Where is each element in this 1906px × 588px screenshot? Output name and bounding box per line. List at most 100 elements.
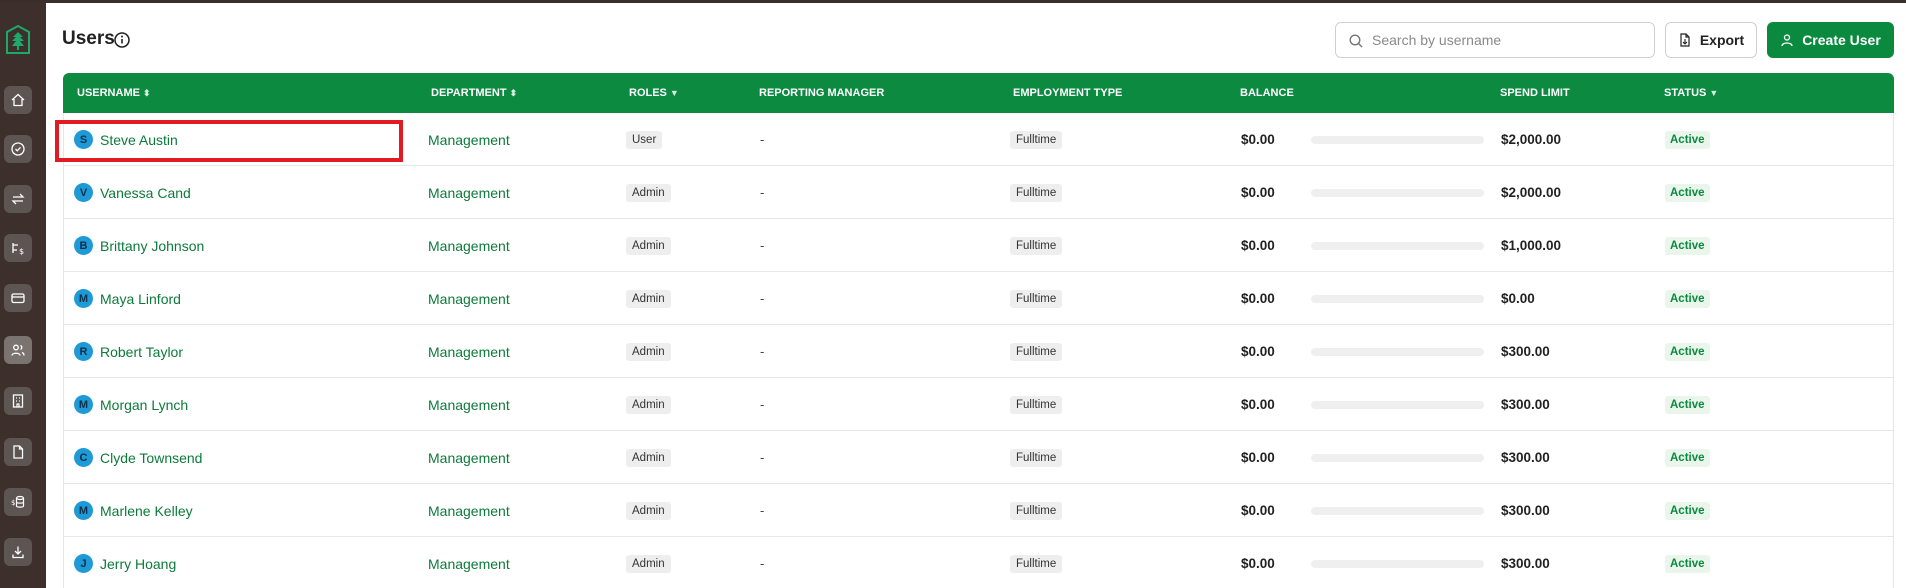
reporting-manager-cell: -: [760, 238, 765, 253]
app-logo[interactable]: [6, 24, 30, 55]
employment-type-cell: Fulltime: [1010, 272, 1063, 325]
balance-value: $0.00: [1241, 397, 1275, 412]
department-cell: Management: [428, 131, 510, 148]
status-badge: Active: [1665, 342, 1710, 361]
nav-users[interactable]: [4, 336, 32, 364]
transfer-icon: [11, 193, 25, 205]
chevron-down-icon: ▼: [1709, 88, 1719, 98]
status-badge: Active: [1665, 554, 1710, 573]
status-badge: Active: [1665, 448, 1710, 467]
employment-badge: Fulltime: [1010, 501, 1063, 520]
role-badge: Admin: [626, 501, 671, 520]
sidebar: $ $: [0, 3, 46, 588]
role-cell: Admin: [626, 484, 671, 537]
reporting-manager-cell: -: [760, 291, 765, 306]
balance-value: $0.00: [1241, 556, 1275, 571]
avatar: J: [74, 554, 93, 573]
sort-icon: ⬍: [142, 88, 151, 98]
status-badge: Active: [1665, 289, 1710, 308]
info-icon[interactable]: [113, 31, 131, 49]
reporting-manager-cell: -: [760, 132, 765, 147]
status-badge: Active: [1665, 130, 1710, 149]
column-username[interactable]: USERNAME ⬍: [77, 73, 151, 113]
employment-badge: Fulltime: [1010, 236, 1063, 255]
table-header: USERNAME ⬍ DEPARTMENT ⬍ ROLES ▼ REPORTING M…: [63, 73, 1894, 113]
export-button[interactable]: Export: [1665, 22, 1757, 58]
department-cell: Management: [428, 449, 510, 466]
role-cell: Admin: [626, 378, 671, 431]
role-cell: Admin: [626, 272, 671, 325]
employment-type-cell: Fulltime: [1010, 325, 1063, 378]
column-department[interactable]: DEPARTMENT ⬍: [431, 73, 517, 113]
username-link[interactable]: Maya Linford: [100, 291, 181, 307]
nav-company[interactable]: [4, 387, 32, 415]
table-row[interactable]: J Jerry Hoang Management Admin - Fulltim…: [64, 537, 1893, 588]
username-cell[interactable]: B Brittany Johnson: [74, 219, 204, 272]
table-row[interactable]: R Robert Taylor Management Admin - Fullt…: [64, 325, 1893, 378]
balance-value: $0.00: [1241, 291, 1275, 306]
nav-cards[interactable]: [4, 284, 32, 312]
username-link[interactable]: Vanessa Cand: [100, 185, 191, 201]
nav-downloads[interactable]: [4, 538, 32, 566]
nav-home[interactable]: [4, 86, 32, 114]
table-row[interactable]: B Brittany Johnson Management Admin - Fu…: [64, 219, 1893, 272]
export-file-icon: [1680, 33, 1690, 47]
search-box[interactable]: [1335, 22, 1655, 58]
balance-usage-bar: [1311, 507, 1484, 515]
username-cell[interactable]: M Marlene Kelley: [74, 484, 193, 537]
reporting-manager-cell: -: [760, 397, 765, 412]
username-cell[interactable]: R Robert Taylor: [74, 325, 183, 378]
balance-value: $0.00: [1241, 503, 1275, 518]
reporting-manager-cell: -: [760, 503, 765, 518]
employment-badge: Fulltime: [1010, 130, 1063, 149]
nav-approvals[interactable]: [4, 135, 32, 163]
username-link[interactable]: Clyde Townsend: [100, 450, 202, 466]
table-row[interactable]: C Clyde Townsend Management Admin - Full…: [64, 431, 1893, 484]
username-cell[interactable]: J Jerry Hoang: [74, 537, 176, 588]
username-cell[interactable]: M Morgan Lynch: [74, 378, 188, 431]
nav-transfers[interactable]: [4, 185, 32, 213]
table-row[interactable]: M Maya Linford Management Admin - Fullti…: [64, 272, 1893, 325]
column-status[interactable]: STATUS ▼: [1664, 73, 1718, 113]
status-cell: Active: [1665, 484, 1710, 537]
username-link[interactable]: Robert Taylor: [100, 344, 183, 360]
employment-badge: Fulltime: [1010, 183, 1063, 202]
table-row[interactable]: M Marlene Kelley Management Admin - Full…: [64, 484, 1893, 537]
department-cell: Management: [428, 184, 510, 201]
page-title: Users: [62, 28, 115, 49]
spend-limit-value: $2,000.00: [1501, 132, 1562, 147]
employment-type-cell: Fulltime: [1010, 219, 1063, 272]
employment-type-cell: Fulltime: [1010, 431, 1063, 484]
column-roles[interactable]: ROLES ▼: [629, 73, 679, 113]
users-icon: [11, 344, 25, 356]
column-reporting-manager: REPORTING MANAGER: [759, 87, 885, 99]
avatar: M: [74, 395, 93, 414]
username-link[interactable]: Morgan Lynch: [100, 397, 188, 413]
search-input[interactable]: [1372, 23, 1648, 57]
reporting-manager-cell: -: [760, 344, 765, 359]
department-cell: Management: [428, 343, 510, 360]
balance-value: $0.00: [1241, 185, 1275, 200]
table-row[interactable]: M Morgan Lynch Management Admin - Fullti…: [64, 378, 1893, 431]
username-link[interactable]: Brittany Johnson: [100, 238, 204, 254]
username-link[interactable]: Jerry Hoang: [100, 556, 176, 572]
employment-type-cell: Fulltime: [1010, 537, 1063, 588]
status-badge: Active: [1665, 183, 1710, 202]
username-cell[interactable]: V Vanessa Cand: [74, 166, 191, 219]
role-badge: Admin: [626, 448, 671, 467]
status-cell: Active: [1665, 325, 1710, 378]
nav-funds[interactable]: $: [4, 488, 32, 516]
username-link[interactable]: Marlene Kelley: [100, 503, 193, 519]
table-row[interactable]: V Vanessa Cand Management Admin - Fullti…: [64, 166, 1893, 219]
employment-badge: Fulltime: [1010, 395, 1063, 414]
nav-documents[interactable]: [4, 438, 32, 466]
create-user-button[interactable]: Create User: [1767, 22, 1894, 58]
username-cell[interactable]: C Clyde Townsend: [74, 431, 202, 484]
username-cell[interactable]: M Maya Linford: [74, 272, 181, 325]
status-cell: Active: [1665, 272, 1710, 325]
role-badge: Admin: [626, 395, 671, 414]
user-icon: [1781, 34, 1793, 47]
nav-payments[interactable]: $: [4, 234, 32, 262]
payments-icon: $: [12, 243, 24, 256]
spend-limit-value: $300.00: [1501, 397, 1550, 412]
